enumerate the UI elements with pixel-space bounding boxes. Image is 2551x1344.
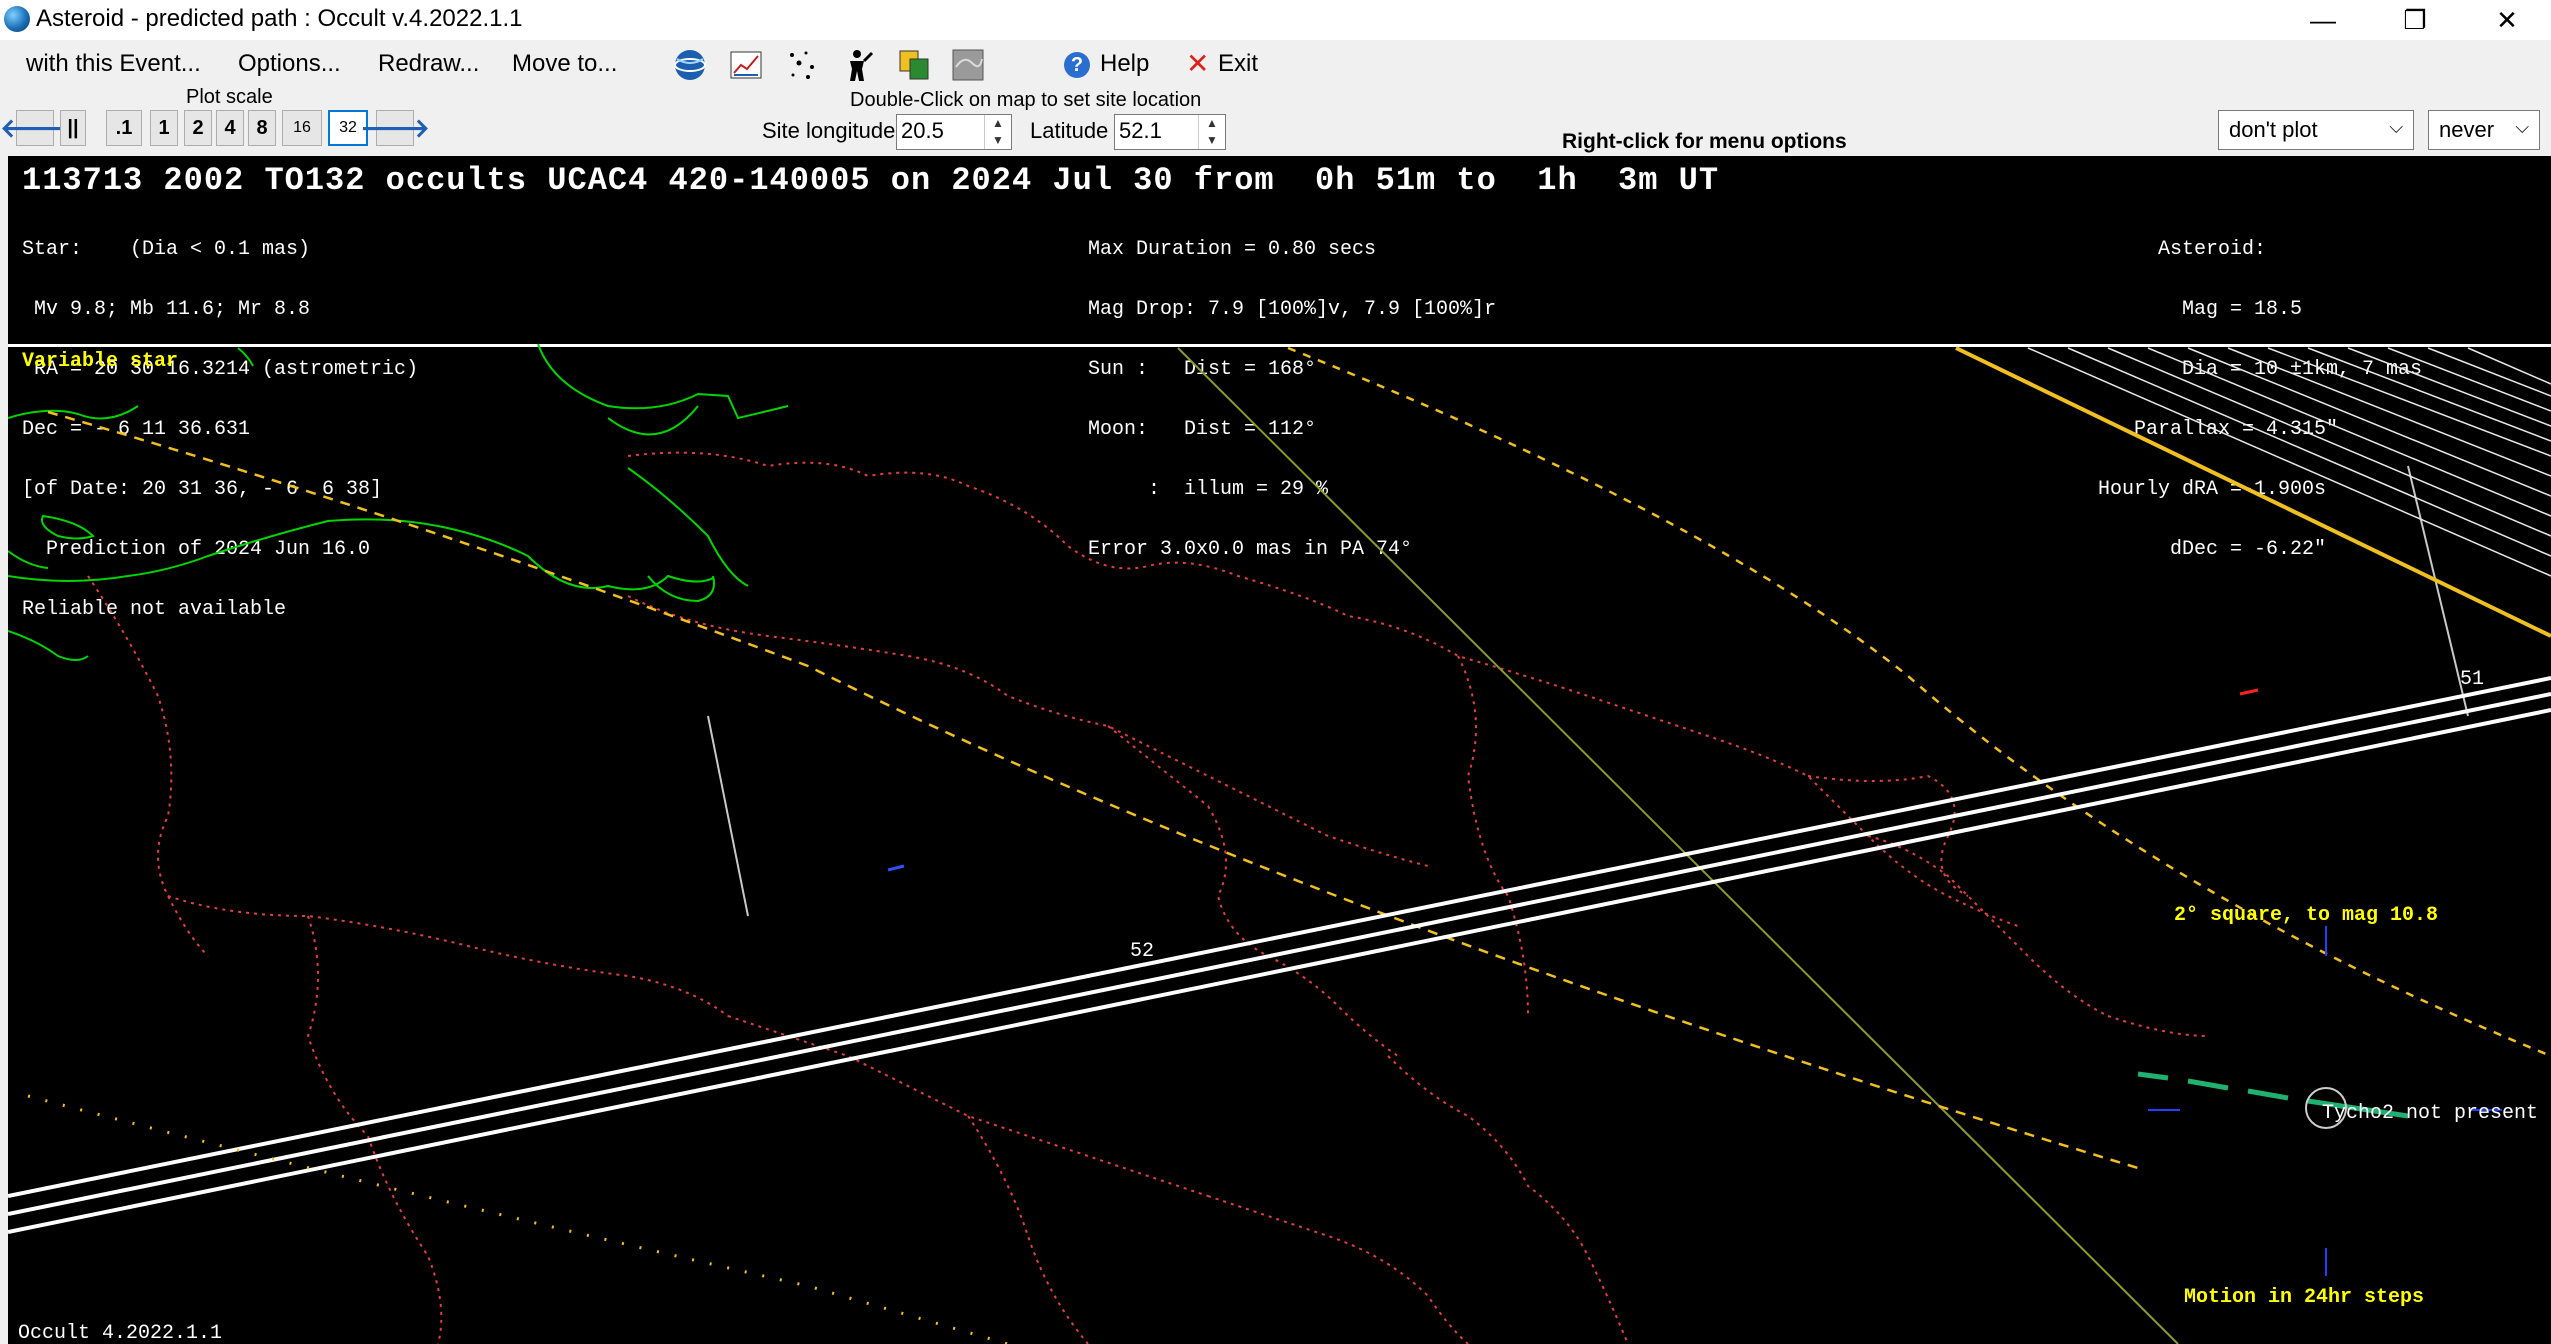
- path-map-plot[interactable]: 113713 2002 TO132 occults UCAC4 420-1400…: [8, 156, 2551, 1344]
- scroll-right-button[interactable]: 🡒: [360, 110, 430, 146]
- country-borders: [87, 451, 2209, 1344]
- scale-4-button[interactable]: 4: [216, 110, 244, 146]
- coastlines: [8, 343, 789, 661]
- exit-button[interactable]: Exit: [1218, 50, 1258, 78]
- help-button[interactable]: Help: [1100, 50, 1149, 78]
- plot-option-dropdown[interactable]: don't plot ⌵: [2218, 110, 2414, 150]
- plot-scale-caption: Plot scale: [186, 86, 273, 108]
- plot-option-value: don't plot: [2229, 117, 2318, 142]
- footer-version: Occult 4.2022.1.1: [18, 1322, 223, 1344]
- scroll-left-button[interactable]: 🡐: [0, 110, 70, 146]
- occult-app-icon: [4, 6, 30, 32]
- globe-icon[interactable]: [672, 47, 708, 83]
- site-longitude-input[interactable]: [897, 115, 995, 147]
- scale-16-button[interactable]: 16: [282, 110, 322, 146]
- latitude-52-label: 52: [1130, 940, 1155, 963]
- chevron-down-icon: ⌵: [2389, 117, 2403, 137]
- site-longitude-label: Site longitude: [762, 118, 896, 143]
- latitude-label: Latitude: [1030, 118, 1109, 143]
- latitude-51-label: 51: [2460, 668, 2485, 691]
- right-click-hint: Right-click for menu options: [1562, 130, 1847, 153]
- star-field-icon[interactable]: [784, 47, 820, 83]
- menu-options[interactable]: Options...: [238, 50, 341, 78]
- scale-2-button[interactable]: 2: [184, 110, 212, 146]
- menu-redraw[interactable]: Redraw...: [378, 50, 479, 78]
- red-marker: [2239, 688, 2259, 696]
- maximize-button[interactable]: ❐: [2369, 0, 2461, 40]
- never-option-value: never: [2439, 117, 2495, 142]
- meridian-line: [1177, 347, 2179, 1344]
- latitude-spin-arrows[interactable]: ▲ ▼: [1198, 115, 1225, 149]
- double-click-hint: Double-Click on map to set site location: [850, 89, 1202, 111]
- variable-star-label: Variable star: [22, 350, 179, 373]
- occultation-path: [8, 676, 2551, 1234]
- help-icon[interactable]: ?: [1064, 52, 1090, 78]
- motion-label: Motion in 24hr steps: [2184, 1286, 2425, 1309]
- person-icon[interactable]: [840, 47, 876, 83]
- latitude-spinner[interactable]: ▲▼: [1114, 114, 1226, 150]
- twilight-hatching: [2027, 347, 2551, 577]
- longitude-line: [707, 715, 749, 917]
- map-icon[interactable]: [950, 47, 986, 83]
- site-longitude-spinner[interactable]: ▲▼: [896, 114, 1012, 150]
- square-ticks: [2148, 926, 2502, 1276]
- central-line-dashed: [47, 410, 2139, 1170]
- exit-icon[interactable]: ✕: [1186, 47, 1209, 80]
- map-drawing: [8, 343, 2551, 1344]
- pause-button[interactable]: ||: [60, 110, 86, 146]
- motion-dots: [27, 1094, 1009, 1344]
- chart-icon[interactable]: [728, 47, 764, 83]
- scale-0-1-button[interactable]: .1: [106, 110, 142, 146]
- never-dropdown[interactable]: never ⌵: [2428, 110, 2540, 150]
- longitude-spin-arrows[interactable]: ▲ ▼: [984, 115, 1011, 149]
- title-bar: Asteroid - predicted path : Occult v.4.2…: [0, 0, 2551, 40]
- minimize-button[interactable]: —: [2277, 0, 2369, 40]
- square-mag-label: 2° square, to mag 10.8: [2174, 904, 2439, 927]
- close-button[interactable]: ✕: [2461, 0, 2551, 40]
- limit-line-dashed: [1287, 346, 2551, 1058]
- scale-8-button[interactable]: 8: [248, 110, 276, 146]
- scale-1-button[interactable]: 1: [150, 110, 178, 146]
- window-title: Asteroid - predicted path : Occult v.4.2…: [36, 5, 523, 32]
- tycho2-label: Tycho2 not present: [2322, 1102, 2539, 1125]
- copy-icon[interactable]: [896, 47, 932, 83]
- chevron-down-icon: ⌵: [2515, 117, 2529, 137]
- menu-with-this-event[interactable]: with this Event...: [26, 50, 201, 78]
- blue-marker: [887, 864, 905, 872]
- menu-move-to[interactable]: Move to...: [512, 50, 617, 78]
